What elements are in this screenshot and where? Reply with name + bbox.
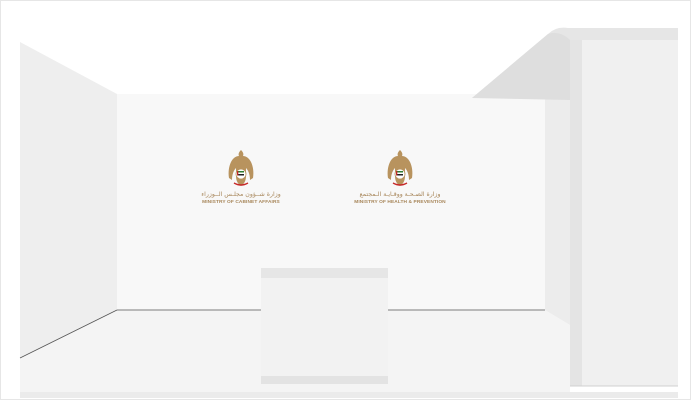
counter-top bbox=[261, 268, 388, 278]
arabic-ministry-name: وزارة الصـحـة ووقـايـة الـمجتمع bbox=[359, 191, 441, 198]
uae-emblem-icon bbox=[228, 150, 254, 186]
floor-strip bbox=[20, 392, 678, 398]
counter-body bbox=[261, 278, 388, 384]
english-ministry-name: MINISTRY OF HEALTH & PREVENTION bbox=[354, 200, 446, 205]
uae-emblem-icon bbox=[387, 150, 413, 186]
cabinet-affairs-logo: وزارة شــؤون مجلـس الــوزراء MINISTRY OF… bbox=[177, 148, 305, 205]
right-tower-edge bbox=[570, 40, 582, 386]
counter-base bbox=[261, 376, 388, 384]
right-gap-wall bbox=[545, 94, 570, 325]
english-ministry-name: MINISTRY OF CABINET AFFAIRS bbox=[202, 200, 280, 205]
booth-render: وزارة شــؤون مجلـس الــوزراء MINISTRY OF… bbox=[0, 0, 691, 400]
health-prevention-logo: وزارة الصـحـة ووقـايـة الـمجتمع MINISTRY… bbox=[336, 148, 464, 205]
left-wall bbox=[20, 42, 117, 358]
arabic-ministry-name: وزارة شــؤون مجلـس الــوزراء bbox=[201, 191, 281, 198]
right-tower bbox=[570, 40, 678, 386]
